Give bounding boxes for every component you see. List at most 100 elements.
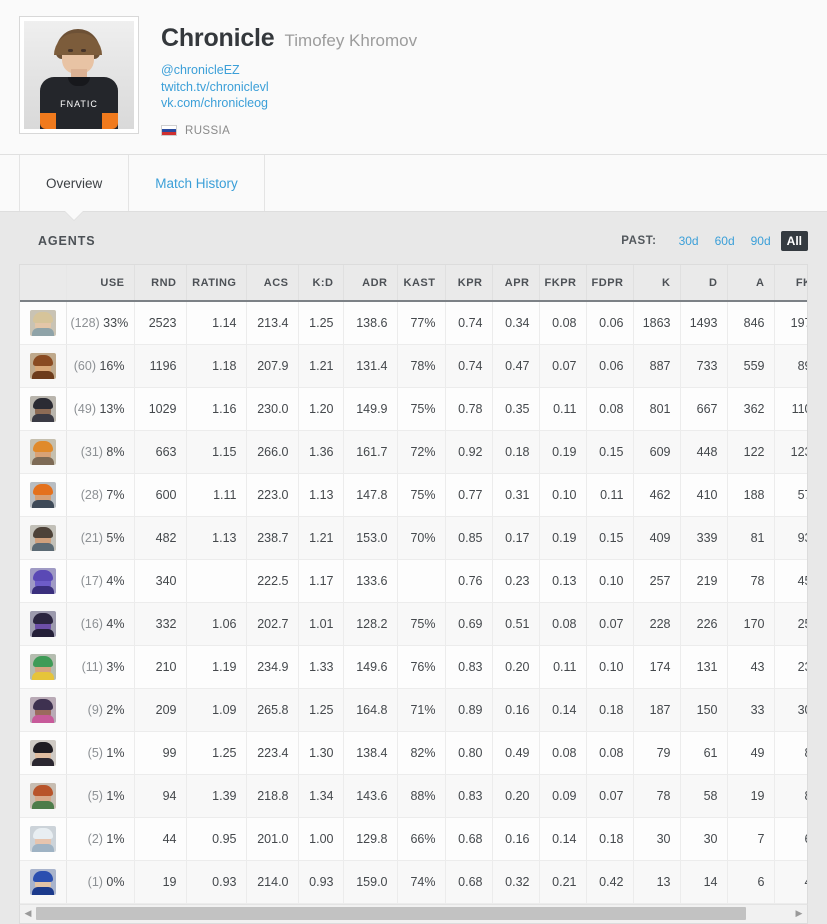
col-acs[interactable]: ACS (246, 265, 299, 302)
cell-a: 846 (727, 301, 775, 345)
agent-icon-cell[interactable] (20, 344, 67, 388)
cell-k: 228 (633, 602, 681, 646)
vk-link[interactable]: vk.com/chronicleog (161, 95, 417, 112)
player-nickname: Chronicle (161, 24, 275, 52)
agent-icon-cell[interactable] (20, 602, 67, 646)
tab-match-history[interactable]: Match History (129, 155, 265, 211)
cell-acs: 238.7 (246, 516, 299, 560)
cell-kast: 77% (397, 301, 446, 345)
col-a[interactable]: A (727, 265, 775, 302)
table-row[interactable]: (1) 0% 19 0.93 214.0 0.93 159.0 74% 0.68 0.32 0.2… (20, 860, 807, 904)
scrollbar-track[interactable] (36, 907, 791, 920)
cell-fdpr: 0.07 (586, 774, 634, 818)
use-percent: 1% (106, 745, 125, 760)
scroll-right-arrow-icon[interactable]: ▶ (791, 905, 807, 923)
scroll-left-arrow-icon[interactable]: ◀ (20, 905, 36, 923)
agent-portrait-12-icon (29, 782, 56, 809)
agent-icon-cell[interactable] (20, 387, 67, 431)
past-filter-all[interactable]: All (780, 231, 808, 251)
agent-portrait-14-icon (29, 868, 56, 895)
cell-fk: 197 (774, 301, 807, 345)
cell-k: 1863 (633, 301, 681, 345)
agent-icon-cell[interactable] (20, 731, 67, 775)
col-fdpr[interactable]: FDPR (586, 265, 634, 302)
cell-rnd: 99 (134, 731, 187, 775)
col-use[interactable]: USE (66, 265, 135, 302)
col-agent[interactable] (20, 265, 67, 302)
table-row[interactable]: (11) 3% 210 1.19 234.9 1.33 149.6 76% 0.83 0.20 0… (20, 645, 807, 689)
cell-k: 257 (633, 559, 681, 603)
table-row[interactable]: (17) 4% 340 222.5 1.17 133.6 0.76 0.23 0.13 0.10… (20, 559, 807, 603)
cell-adr: 138.4 (343, 731, 398, 775)
use-count: (16) (80, 616, 103, 631)
agent-icon-cell[interactable] (20, 688, 67, 732)
cell-k: 409 (633, 516, 681, 560)
table-row[interactable]: (9) 2% 209 1.09 265.8 1.25 164.8 71% 0.89 0.16 0.… (20, 688, 807, 732)
cell-kast: 78% (397, 344, 446, 388)
table-row[interactable]: (60) 16% 1196 1.18 207.9 1.21 131.4 78% 0.74 0.4… (20, 344, 807, 388)
col-k[interactable]: K (633, 265, 681, 302)
agent-icon-cell[interactable] (20, 301, 67, 345)
table-row[interactable]: (28) 7% 600 1.11 223.0 1.13 147.8 75% 0.77 0.31 0… (20, 473, 807, 517)
twitch-link[interactable]: twitch.tv/chroniclevl (161, 79, 417, 96)
profile-tabs: Overview Match History (0, 155, 827, 220)
cell-kpr: 0.80 (445, 731, 493, 775)
col-apr[interactable]: APR (492, 265, 540, 302)
cell-rating: 1.18 (186, 344, 247, 388)
col-rnd[interactable]: RND (134, 265, 187, 302)
cell-rating: 1.06 (186, 602, 247, 646)
past-filter-90d[interactable]: 90d (745, 231, 777, 251)
past-filter-60d[interactable]: 60d (709, 231, 741, 251)
agent-icon-cell[interactable] (20, 430, 67, 474)
agent-icon-cell[interactable] (20, 473, 67, 517)
cell-fkpr: 0.19 (539, 430, 587, 474)
agent-icon-cell[interactable] (20, 645, 67, 689)
agent-icon-cell[interactable] (20, 860, 67, 904)
agent-icon-cell[interactable] (20, 516, 67, 560)
col-d[interactable]: D (680, 265, 728, 302)
col-kast[interactable]: KAST (397, 265, 446, 302)
col-adr[interactable]: ADR (343, 265, 398, 302)
table-row[interactable]: (5) 1% 99 1.25 223.4 1.30 138.4 82% 0.80 0.49 0.0… (20, 731, 807, 775)
cell-rating: 0.93 (186, 860, 247, 904)
table-row[interactable]: (49) 13% 1029 1.16 230.0 1.20 149.9 75% 0.78 0.3… (20, 387, 807, 431)
agent-icon-cell[interactable] (20, 774, 67, 818)
table-row[interactable]: (31) 8% 663 1.15 266.0 1.36 161.7 72% 0.92 0.18 0… (20, 430, 807, 474)
table-row[interactable]: (2) 1% 44 0.95 201.0 1.00 129.8 66% 0.68 0.16 0.1… (20, 817, 807, 861)
cell-use: (49) 13% (66, 387, 135, 431)
use-percent: 7% (106, 487, 125, 502)
col-fkpr[interactable]: FKPR (539, 265, 587, 302)
table-row[interactable]: (5) 1% 94 1.39 218.8 1.34 143.6 88% 0.83 0.20 0.0… (20, 774, 807, 818)
table-row[interactable]: (16) 4% 332 1.06 202.7 1.01 128.2 75% 0.69 0.51 0… (20, 602, 807, 646)
cell-fkpr: 0.14 (539, 817, 587, 861)
horizontal-scrollbar[interactable]: ◀ ▶ (19, 903, 808, 924)
past-filter-label: PAST: (621, 235, 657, 247)
cell-acs: 266.0 (246, 430, 299, 474)
cell-rating: 1.11 (186, 473, 247, 517)
cell-kd: 1.21 (298, 344, 344, 388)
agent-icon-cell[interactable] (20, 817, 67, 861)
table-row[interactable]: (21) 5% 482 1.13 238.7 1.21 153.0 70% 0.85 0.17 0… (20, 516, 807, 560)
cell-kast: 75% (397, 602, 446, 646)
agent-portrait-4-icon (29, 438, 56, 465)
cell-k: 174 (633, 645, 681, 689)
cell-d: 448 (680, 430, 728, 474)
twitter-link[interactable]: @chronicleEZ (161, 62, 417, 79)
cell-kd: 1.25 (298, 688, 344, 732)
cell-adr: 128.2 (343, 602, 398, 646)
table-row[interactable]: (128) 33% 2523 1.14 213.4 1.25 138.6 77% 0.74 0.… (20, 301, 807, 345)
col-kd[interactable]: K:D (298, 265, 344, 302)
cell-fkpr: 0.19 (539, 516, 587, 560)
col-rating[interactable]: RATING (186, 265, 247, 302)
col-fk[interactable]: FK (774, 265, 807, 302)
tab-overview[interactable]: Overview (19, 155, 130, 220)
cell-rnd: 1029 (134, 387, 187, 431)
cell-fdpr: 0.08 (586, 387, 634, 431)
agent-icon-cell[interactable] (20, 559, 67, 603)
cell-fdpr: 0.11 (586, 473, 634, 517)
col-kpr[interactable]: KPR (445, 265, 493, 302)
scrollbar-thumb[interactable] (36, 907, 746, 920)
past-filter-30d[interactable]: 30d (673, 231, 705, 251)
cell-rating: 1.15 (186, 430, 247, 474)
player-social-links: @chronicleEZ twitch.tv/chroniclevl vk.co… (161, 62, 417, 112)
